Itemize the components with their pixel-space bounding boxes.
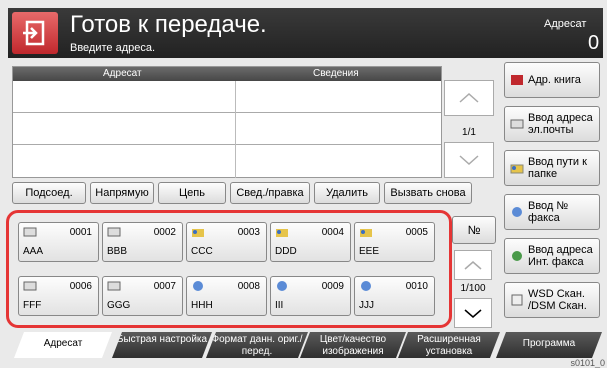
highlight-frame xyxy=(6,210,452,328)
tab-quick-setup[interactable]: Быстрая настройка xyxy=(112,332,212,358)
folder-icon xyxy=(510,162,524,174)
enter-fax-number-button[interactable]: Ввод № факса xyxy=(504,194,600,230)
list-row[interactable] xyxy=(13,145,441,177)
panel-frame: Готов к передаче. Введите адреса. Адреса… xyxy=(0,0,607,368)
list-header: Адресат Сведения xyxy=(13,67,441,81)
enter-folder-path-button[interactable]: Ввод пути к папке xyxy=(504,150,600,186)
column-divider xyxy=(235,81,236,178)
chain-button[interactable]: Цепь xyxy=(158,182,226,204)
tab-program[interactable]: Программа xyxy=(496,332,602,358)
chevron-down-icon xyxy=(459,155,479,166)
status-subtitle: Введите адреса. xyxy=(70,42,156,54)
chevron-up-icon xyxy=(464,261,482,270)
chevron-up-icon xyxy=(459,92,479,103)
chevron-down-icon xyxy=(464,309,482,318)
column-info: Сведения xyxy=(313,68,359,79)
list-row[interactable] xyxy=(13,81,441,113)
list-scroll-down-button[interactable] xyxy=(444,142,494,178)
address-book-icon xyxy=(510,74,524,86)
destination-list[interactable]: Адресат Сведения xyxy=(12,66,442,178)
tab-color-quality[interactable]: Цвет/качество изображения xyxy=(300,332,406,358)
fax-icon xyxy=(510,206,524,218)
direct-button[interactable]: Напрямую xyxy=(90,182,154,204)
tab-data-format[interactable]: Формат данн. ориг./перед. xyxy=(206,332,308,358)
header-bar: Готов к передаче. Введите адреса. Адреса… xyxy=(8,8,603,58)
envelope-icon xyxy=(510,118,524,130)
enter-email-button[interactable]: Ввод адреса эл.почты xyxy=(504,106,600,142)
enter-internet-fax-button[interactable]: Ввод адреса Инт. факса xyxy=(504,238,600,274)
number-search-button[interactable]: № xyxy=(452,216,496,244)
grid-scroll-down-button[interactable] xyxy=(454,298,492,328)
list-scroll-up-button[interactable] xyxy=(444,80,494,116)
column-address: Адресат xyxy=(103,68,142,79)
figure-code: s0101_0 xyxy=(570,358,605,368)
address-book-button[interactable]: Адр. книга xyxy=(504,62,600,98)
globe-icon xyxy=(510,250,524,262)
recall-button[interactable]: Вызвать снова xyxy=(384,182,472,204)
wsd-dsm-scan-button[interactable]: WSD Скан. /DSM Скан. xyxy=(504,282,600,318)
connect-button[interactable]: Подсоед. xyxy=(12,182,86,204)
detail-edit-button[interactable]: Свед./правка xyxy=(230,182,310,204)
tab-advanced-setup[interactable]: Расширенная установка xyxy=(398,332,500,358)
status-title: Готов к передаче. xyxy=(70,11,267,38)
send-icon xyxy=(12,12,58,54)
grid-page-indicator: 1/100 xyxy=(460,282,486,294)
tab-destination[interactable]: Адресат xyxy=(14,332,112,358)
scan-icon xyxy=(510,294,524,306)
list-row[interactable] xyxy=(13,113,441,145)
grid-scroll-up-button[interactable] xyxy=(454,250,492,280)
destination-count: 0 xyxy=(588,32,600,54)
delete-button[interactable]: Удалить xyxy=(314,182,380,204)
destination-count-label: Адресат xyxy=(544,18,587,30)
